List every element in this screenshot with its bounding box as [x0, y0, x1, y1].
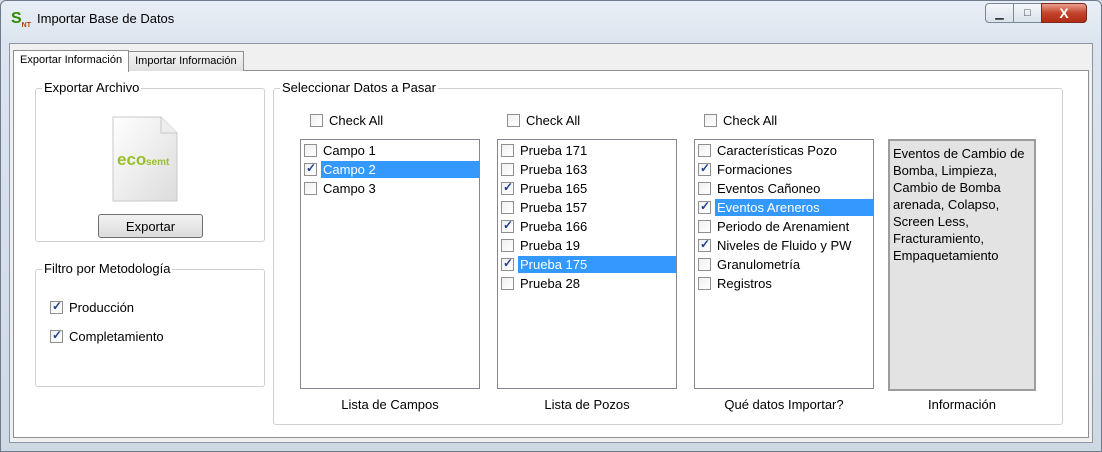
check-all-campos-box[interactable]: [310, 114, 323, 127]
list-item-checkbox[interactable]: [501, 277, 514, 290]
caption-que-datos-importar: Qué datos Importar?: [724, 397, 844, 412]
app-logo-icon: SNT: [11, 10, 32, 30]
title-bar[interactable]: SNT Importar Base de Datos ▁ □ X: [1, 1, 1101, 39]
checkbox-produccion-box[interactable]: [50, 299, 63, 314]
list-item-checkbox[interactable]: [698, 161, 711, 176]
filter-group-title: Filtro por Metodología: [42, 261, 173, 276]
list-item-checkbox[interactable]: [501, 163, 514, 176]
export-button[interactable]: Exportar: [98, 214, 203, 238]
list-item-checkbox[interactable]: [501, 180, 514, 195]
maximize-button[interactable]: □: [1013, 3, 1041, 23]
list-item-prueba-171[interactable]: Prueba 171: [501, 141, 676, 160]
minimize-button[interactable]: ▁: [985, 3, 1013, 23]
list-item-prueba-28[interactable]: Prueba 28: [501, 274, 676, 293]
filter-group: Filtro por Metodología Producción Comple…: [35, 261, 265, 387]
window-controls: ▁ □ X: [985, 3, 1087, 23]
check-all-pozos[interactable]: Check All: [507, 113, 580, 128]
list-item-checkbox[interactable]: [501, 144, 514, 157]
list-item-campo-1[interactable]: Campo 1: [304, 141, 479, 160]
select-data-group-title: Seleccionar Datos a Pasar: [280, 80, 438, 95]
export-group-title: Exportar Archivo: [42, 80, 142, 95]
list-campos[interactable]: Campo 1 Campo 2 Campo 3: [300, 139, 480, 389]
list-item-campo-3[interactable]: Campo 3: [304, 179, 479, 198]
list-datos-importar[interactable]: Características Pozo Formaciones Eventos…: [694, 139, 874, 389]
checkbox-completamiento[interactable]: Completamiento: [50, 328, 164, 344]
list-item-checkbox[interactable]: [501, 239, 514, 252]
tab-panel-exportar: Exportar Archivo eco semt Exportar Filtr…: [13, 70, 1089, 438]
check-all-campos-label: Check All: [329, 113, 384, 128]
check-all-pozos-box[interactable]: [507, 114, 520, 127]
list-item-prueba-166[interactable]: Prueba 166: [501, 217, 676, 236]
caption-lista-campos: Lista de Campos: [341, 397, 439, 412]
list-item-eventos-canoneo[interactable]: Eventos Cañoneo: [698, 179, 873, 198]
list-item-prueba-157[interactable]: Prueba 157: [501, 198, 676, 217]
svg-text:eco: eco: [117, 150, 146, 169]
info-textbox: Eventos de Cambio de Bomba, Limpieza, Ca…: [888, 139, 1036, 391]
checkbox-produccion[interactable]: Producción: [50, 299, 135, 315]
list-item-checkbox[interactable]: [698, 237, 711, 252]
tab-strip: Exportar Información Importar Informació…: [13, 47, 244, 72]
svg-text:semt: semt: [146, 157, 170, 168]
list-item-checkbox[interactable]: [698, 199, 711, 214]
select-data-group: Seleccionar Datos a Pasar Check All Chec…: [273, 80, 1063, 425]
check-all-datos[interactable]: Check All: [704, 113, 777, 128]
list-item-caracteristicas-pozo[interactable]: Características Pozo: [698, 141, 873, 160]
list-item-prueba-19[interactable]: Prueba 19: [501, 236, 676, 255]
export-group: Exportar Archivo eco semt Exportar: [35, 80, 265, 242]
list-item-campo-2[interactable]: Campo 2: [304, 160, 479, 179]
list-item-eventos-areneros[interactable]: Eventos Areneros: [698, 198, 873, 217]
caption-lista-pozos: Lista de Pozos: [544, 397, 630, 412]
tab-exportar[interactable]: Exportar Información: [13, 50, 130, 72]
document-icon: eco semt: [112, 116, 178, 202]
list-pozos[interactable]: Prueba 171 Prueba 163 Prueba 165 Prueba …: [497, 139, 677, 389]
list-item-granulometria[interactable]: Granulometría: [698, 255, 873, 274]
list-item-prueba-175[interactable]: Prueba 175: [501, 255, 676, 274]
check-all-campos[interactable]: Check All: [310, 113, 383, 128]
check-all-datos-box[interactable]: [704, 114, 717, 127]
list-item-prueba-165[interactable]: Prueba 165: [501, 179, 676, 198]
close-button[interactable]: X: [1041, 3, 1087, 23]
list-item-checkbox[interactable]: [698, 258, 711, 271]
list-item-checkbox[interactable]: [501, 218, 514, 233]
checkbox-completamiento-label: Completamiento: [69, 329, 164, 344]
tab-importar[interactable]: Importar Información: [128, 51, 244, 71]
checkbox-completamiento-box[interactable]: [50, 328, 63, 343]
list-item-checkbox[interactable]: [698, 144, 711, 157]
list-item-periodo-arenamiento[interactable]: Periodo de Arenamient: [698, 217, 873, 236]
window-title: Importar Base de Datos: [37, 11, 175, 26]
list-item-checkbox[interactable]: [501, 256, 514, 271]
list-item-checkbox[interactable]: [501, 201, 514, 214]
check-all-pozos-label: Check All: [526, 113, 581, 128]
caption-informacion: Información: [928, 397, 996, 412]
list-item-checkbox[interactable]: [304, 144, 317, 157]
list-item-checkbox[interactable]: [304, 182, 317, 195]
list-item-checkbox[interactable]: [698, 220, 711, 233]
app-window: SNT Importar Base de Datos ▁ □ X Exporta…: [0, 0, 1102, 452]
list-item-niveles-fluido[interactable]: Niveles de Fluido y PW: [698, 236, 873, 255]
list-item-registros[interactable]: Registros: [698, 274, 873, 293]
list-item-prueba-163[interactable]: Prueba 163: [501, 160, 676, 179]
list-item-checkbox[interactable]: [698, 182, 711, 195]
checkbox-produccion-label: Producción: [69, 300, 135, 315]
list-item-formaciones[interactable]: Formaciones: [698, 160, 873, 179]
list-item-checkbox[interactable]: [304, 161, 317, 176]
check-all-datos-label: Check All: [723, 113, 778, 128]
list-item-checkbox[interactable]: [698, 277, 711, 290]
